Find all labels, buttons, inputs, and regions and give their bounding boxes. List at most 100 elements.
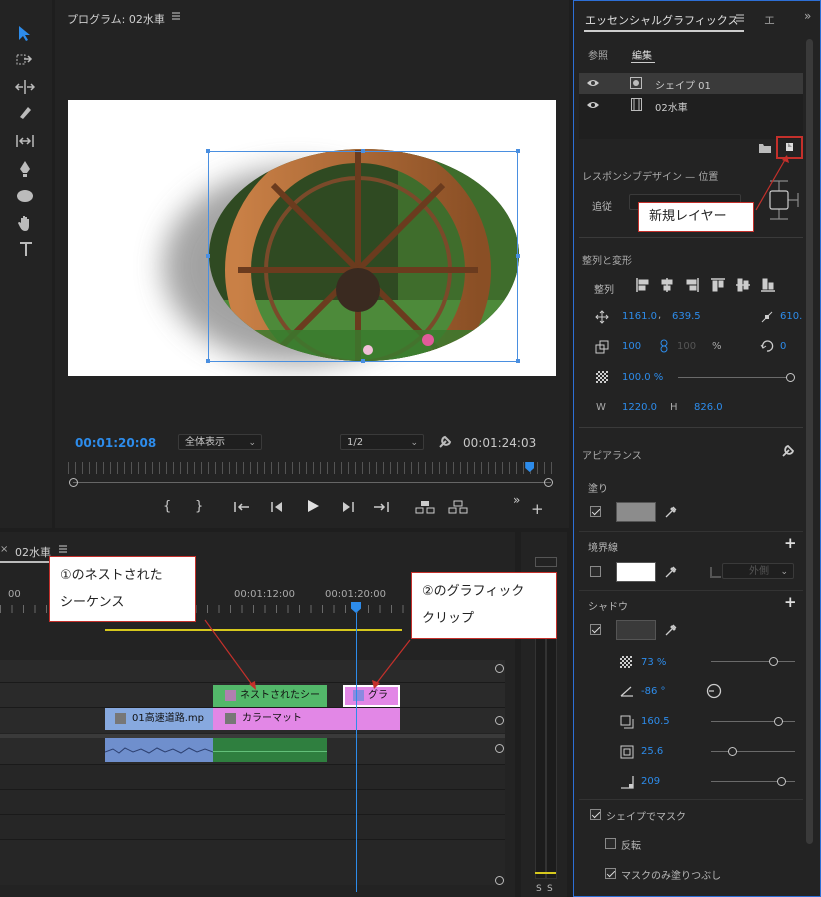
link-icon[interactable]	[660, 339, 668, 353]
position-x-value[interactable]: 1161.0	[622, 311, 657, 322]
width-value[interactable]: 1220.0	[622, 402, 657, 413]
shadow-blur-knob[interactable]	[777, 777, 786, 786]
responsive-design-heading[interactable]: レスポンシブデザイン — 位置	[582, 168, 718, 183]
slip-tool-icon[interactable]	[15, 133, 35, 149]
add-shadow-icon[interactable]: +	[784, 593, 797, 611]
panel-scrollbar[interactable]	[806, 39, 813, 844]
eyedropper-icon[interactable]	[664, 565, 678, 579]
mask-with-shape-checkbox[interactable]	[590, 809, 601, 820]
step-forward-icon[interactable]	[341, 500, 355, 514]
shadow-color-swatch[interactable]	[616, 620, 656, 640]
eyedropper-icon[interactable]	[664, 623, 678, 637]
current-timecode[interactable]: 00:01:20:08	[75, 436, 156, 450]
shadow-size-value[interactable]: 25.6	[641, 746, 663, 757]
hand-tool-icon[interactable]	[17, 214, 33, 232]
stroke-position-dropdown[interactable]: 外側 ⌄	[722, 563, 794, 579]
scale-value[interactable]: 100	[622, 341, 641, 352]
transform-handle[interactable]	[206, 359, 210, 363]
zoom-bar-right-handle[interactable]	[544, 478, 553, 487]
tab-browse[interactable]: 参照	[588, 47, 608, 62]
vertical-zoom-handle[interactable]	[495, 716, 504, 725]
angle-dial-icon[interactable]	[706, 683, 722, 699]
transform-handle[interactable]	[206, 254, 210, 258]
shadow-size-slider[interactable]	[711, 751, 795, 752]
go-to-out-icon[interactable]	[372, 500, 390, 514]
selection-bounding-box[interactable]	[208, 151, 518, 362]
rotation-value[interactable]: 0	[780, 341, 786, 352]
opacity-slider[interactable]	[678, 377, 791, 378]
next-panel-tab[interactable]: エ	[764, 12, 775, 28]
shadow-distance-knob[interactable]	[774, 717, 783, 726]
shadow-distance-value[interactable]: 160.5	[641, 716, 670, 727]
stroke-checkbox[interactable]	[590, 566, 601, 577]
zoom-bar-left-handle[interactable]	[69, 478, 78, 487]
anchor-value[interactable]: 610.	[780, 311, 802, 322]
highway-audio-clip[interactable]	[105, 738, 213, 762]
razor-tool-icon[interactable]	[17, 105, 33, 121]
track-select-tool-icon[interactable]	[15, 52, 33, 68]
transform-handle[interactable]	[206, 149, 210, 153]
work-area-bar[interactable]	[105, 629, 402, 631]
panel-menu-icon[interactable]	[734, 12, 746, 24]
vertical-zoom-handle[interactable]	[495, 744, 504, 753]
shadow-angle-value[interactable]: -86 °	[641, 686, 666, 697]
fill-mask-only-checkbox[interactable]	[605, 868, 616, 879]
color-matte-clip[interactable]: カラーマット	[213, 708, 400, 730]
opacity-value[interactable]: 100.0 %	[622, 372, 663, 383]
monitor-time-ruler[interactable]	[68, 462, 554, 474]
scale-height-value[interactable]: 100	[677, 341, 696, 352]
folder-icon[interactable]	[758, 142, 772, 154]
add-button-icon[interactable]: +	[531, 500, 544, 518]
more-tabs-icon[interactable]: »	[804, 9, 811, 23]
shadow-opacity-value[interactable]: 73 %	[641, 657, 666, 668]
mark-in-icon[interactable]: {	[163, 499, 171, 514]
shadow-blur-value[interactable]: 209	[641, 776, 660, 787]
ripple-edit-tool-icon[interactable]	[15, 79, 35, 95]
stroke-color-swatch[interactable]	[616, 562, 656, 582]
tab-edit[interactable]: 編集	[632, 47, 652, 62]
program-monitor-title[interactable]: プログラム: 02水車	[67, 11, 165, 27]
layer-row-shape[interactable]: シェイプ 01	[579, 73, 803, 94]
position-y-value[interactable]: 639.5	[672, 311, 701, 322]
step-back-icon[interactable]	[270, 500, 284, 514]
playback-resolution-dropdown[interactable]: 1/2 ⌄	[340, 434, 424, 450]
transform-handle[interactable]	[516, 359, 520, 363]
ellipse-tool-icon[interactable]	[16, 188, 34, 204]
wrench-icon[interactable]	[781, 444, 795, 458]
shadow-size-knob[interactable]	[728, 747, 737, 756]
eye-icon[interactable]	[586, 100, 600, 110]
vertical-zoom-handle[interactable]	[495, 876, 504, 885]
invert-checkbox[interactable]	[605, 838, 616, 849]
height-value[interactable]: 826.0	[694, 402, 723, 413]
fill-checkbox[interactable]	[590, 506, 601, 517]
play-icon[interactable]	[305, 498, 321, 514]
nested-audio-clip[interactable]	[213, 738, 327, 762]
transform-handle[interactable]	[361, 359, 365, 363]
panel-menu-icon[interactable]	[170, 10, 182, 22]
panel-menu-icon[interactable]	[57, 543, 69, 555]
graphic-clip[interactable]: グラ	[343, 685, 400, 707]
type-tool-icon[interactable]	[18, 240, 34, 258]
timeline-tab-label[interactable]: 02水車	[15, 544, 51, 560]
essential-graphics-tab[interactable]: エッセンシャルグラフィックス	[585, 12, 738, 28]
transform-handle[interactable]	[361, 149, 365, 153]
shadow-checkbox[interactable]	[590, 624, 601, 635]
selection-tool-icon[interactable]	[15, 24, 33, 42]
pin-diagram-icon[interactable]	[756, 177, 802, 223]
transform-handle[interactable]	[516, 254, 520, 258]
go-to-in-icon[interactable]	[233, 500, 251, 514]
opacity-slider-knob[interactable]	[786, 373, 795, 382]
appearance-heading[interactable]: アピアランス	[582, 447, 642, 462]
new-layer-button[interactable]	[776, 136, 803, 159]
layer-row-clip[interactable]: 02水車	[579, 95, 803, 116]
shadow-opacity-knob[interactable]	[769, 657, 778, 666]
highway-video-clip[interactable]: 01高速道路.mp	[105, 708, 213, 730]
shadow-opacity-slider[interactable]	[711, 661, 795, 662]
zoom-level-dropdown[interactable]: 全体表示 ⌄	[178, 434, 262, 450]
monitor-zoom-bar[interactable]	[73, 482, 551, 483]
nested-sequence-clip[interactable]: ネストされたシー	[213, 685, 327, 707]
solo-button[interactable]: S	[547, 884, 553, 894]
pen-tool-icon[interactable]	[17, 160, 33, 178]
transform-handle[interactable]	[516, 149, 520, 153]
fill-color-swatch[interactable]	[616, 502, 656, 522]
